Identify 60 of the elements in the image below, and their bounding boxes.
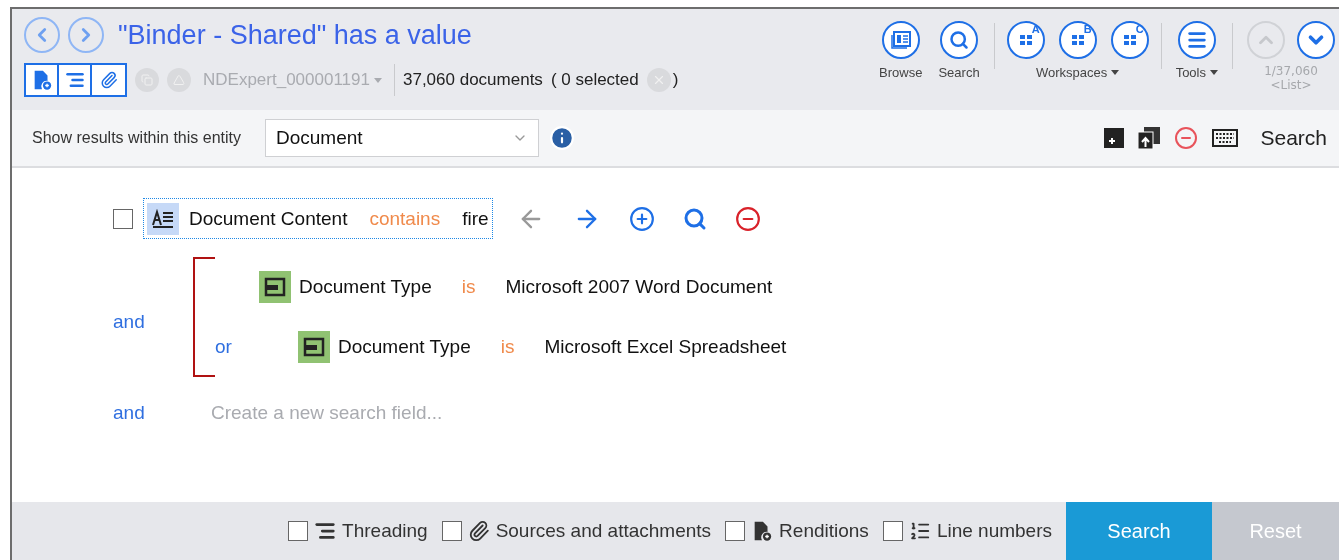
field-value: fire bbox=[462, 207, 489, 230]
tools-button[interactable]: Tools bbox=[1169, 21, 1224, 80]
field-value: Microsoft 2007 Word Document bbox=[505, 276, 773, 298]
warning-icon bbox=[167, 68, 191, 92]
view-toggle[interactable] bbox=[26, 65, 59, 95]
option-checkbox[interactable]: Line numbers bbox=[882, 520, 1052, 542]
view-toggle[interactable] bbox=[59, 65, 92, 95]
field-icon bbox=[264, 277, 286, 297]
search-condition[interactable]: Document Content contains fire bbox=[143, 198, 493, 239]
field-name: Document Content bbox=[189, 207, 348, 230]
next-button[interactable] bbox=[1297, 21, 1335, 59]
grid-icon bbox=[1018, 33, 1033, 47]
option-checkbox[interactable]: Sources and attachments bbox=[441, 520, 712, 542]
workspace-button[interactable]: A bbox=[1006, 21, 1045, 59]
selected-count: ( 0 selected bbox=[550, 70, 639, 90]
threading-icon bbox=[314, 520, 337, 542]
row-checkbox[interactable] bbox=[113, 208, 133, 229]
clear-selection-icon bbox=[646, 68, 671, 92]
operator: is bbox=[499, 336, 516, 358]
field-icon bbox=[303, 337, 325, 357]
browse-button[interactable]: Browse bbox=[873, 21, 929, 80]
page-title: "Binder - Shared" has a value bbox=[118, 19, 472, 51]
operator: is bbox=[460, 276, 477, 298]
position-count: 1/37,060 bbox=[1264, 65, 1318, 79]
option-checkbox[interactable]: Renditions bbox=[725, 520, 869, 542]
add-icon[interactable] bbox=[1104, 128, 1125, 148]
connector[interactable]: and bbox=[113, 402, 209, 424]
workspace-letter: A bbox=[1031, 23, 1040, 35]
search-link[interactable]: Search bbox=[1260, 126, 1327, 150]
search-icon bbox=[949, 30, 970, 50]
view-toggle[interactable] bbox=[92, 65, 125, 95]
info-icon[interactable] bbox=[549, 125, 575, 151]
numbered-list-icon bbox=[908, 520, 931, 542]
connector[interactable]: or bbox=[215, 336, 232, 357]
entity-select[interactable]: Document bbox=[265, 119, 539, 157]
paperclip-icon bbox=[99, 71, 118, 89]
field-value: Microsoft Excel Spreadsheet bbox=[544, 336, 787, 358]
search-icon[interactable] bbox=[682, 206, 707, 231]
grid-icon bbox=[1122, 33, 1137, 47]
remove-icon[interactable] bbox=[1174, 126, 1199, 150]
option-checkbox[interactable]: Threading bbox=[288, 520, 428, 542]
grid-icon bbox=[1070, 33, 1085, 47]
closing-parenthesis: ) bbox=[672, 70, 679, 90]
threading-icon bbox=[64, 70, 85, 90]
remove-icon[interactable] bbox=[734, 205, 761, 232]
entity-label: Show results within this entity bbox=[32, 129, 241, 147]
menu-icon bbox=[1185, 29, 1208, 51]
document-count: 37,060 documents bbox=[403, 70, 543, 90]
text-field-icon bbox=[151, 208, 175, 229]
upload-icon[interactable] bbox=[1138, 127, 1161, 149]
connector[interactable]: and bbox=[113, 311, 193, 333]
operator: contains bbox=[368, 207, 442, 230]
keyboard-icon[interactable] bbox=[1212, 129, 1239, 147]
field-name: Document Type bbox=[338, 336, 471, 358]
field-name: Document Type bbox=[299, 276, 432, 298]
list-label: <List> bbox=[1270, 78, 1312, 93]
search-button[interactable]: Search bbox=[932, 21, 986, 80]
browse-icon bbox=[890, 31, 911, 49]
paperclip-icon bbox=[467, 520, 490, 542]
workspaces-label: Workspaces bbox=[1036, 65, 1120, 80]
